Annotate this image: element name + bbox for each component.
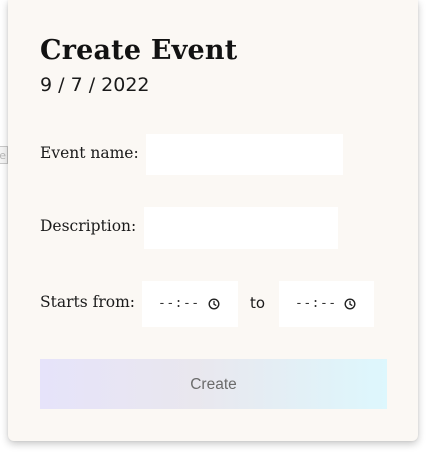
- clock-icon[interactable]: [344, 298, 356, 310]
- starts-from-label: Starts from:: [40, 293, 136, 311]
- event-date: 9 / 7 / 2022: [40, 74, 150, 96]
- end-time-value: --:--: [295, 296, 337, 311]
- event-name-label: Event name:: [40, 144, 139, 162]
- end-time-input[interactable]: --:--: [279, 281, 374, 327]
- create-event-card: Create Event 9 / 7 / 2022 Event name: De…: [8, 0, 418, 441]
- background-input-fragment: e: [0, 146, 8, 164]
- page: e Create Event 9 / 7 / 2022 Event name: …: [0, 0, 428, 455]
- clock-icon[interactable]: [208, 298, 220, 310]
- description-label: Description:: [40, 217, 137, 235]
- card-title: Create Event: [40, 35, 238, 66]
- to-label: to: [250, 294, 266, 312]
- event-name-input[interactable]: [146, 134, 343, 175]
- create-button[interactable]: Create: [40, 359, 387, 409]
- start-time-input[interactable]: --:--: [142, 281, 238, 327]
- start-time-value: --:--: [158, 296, 200, 311]
- description-input[interactable]: [144, 207, 338, 249]
